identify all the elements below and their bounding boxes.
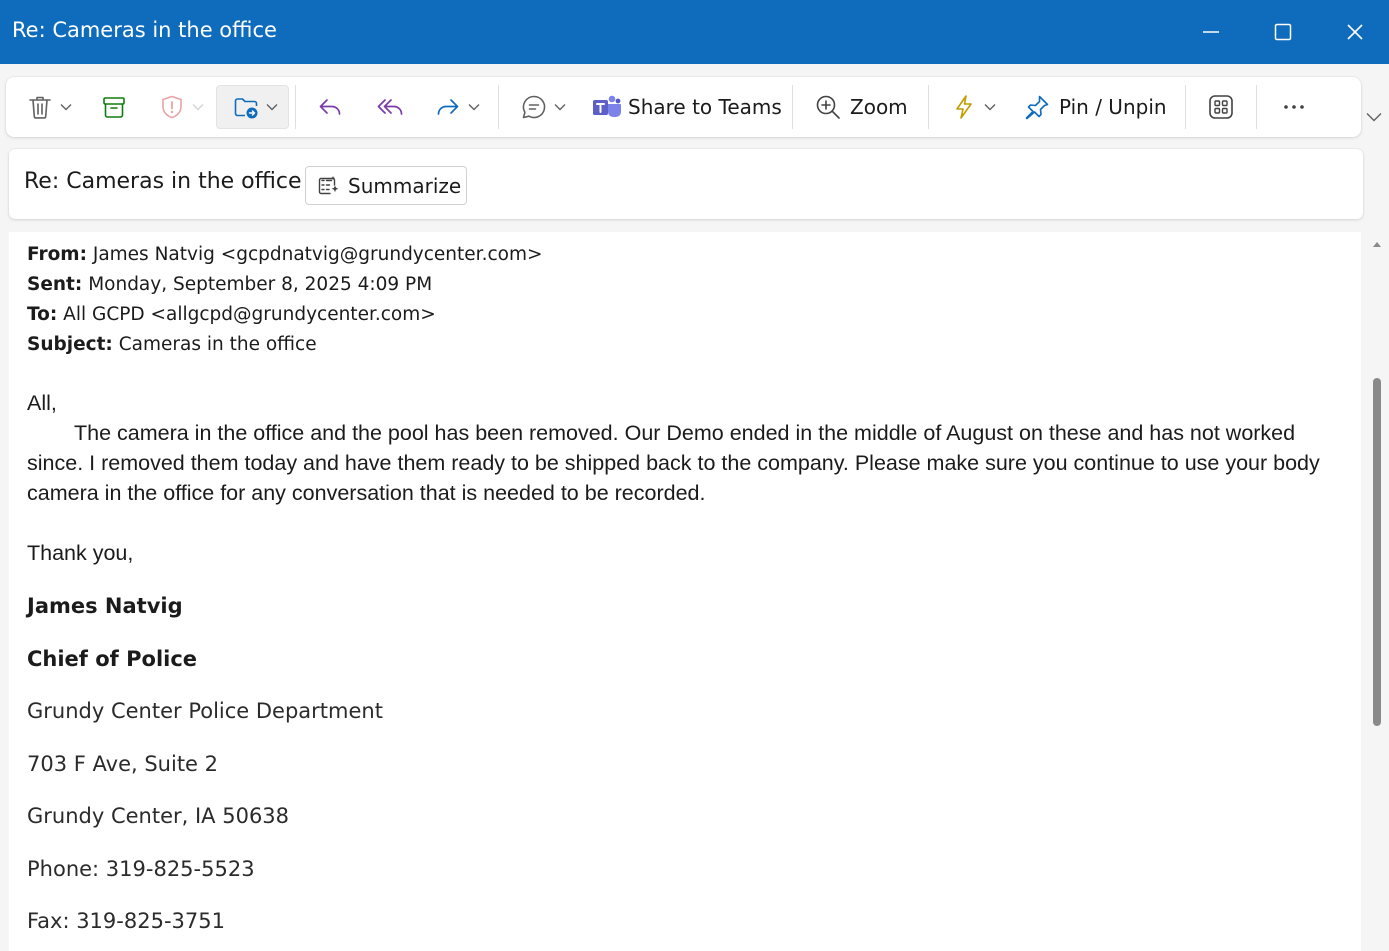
- move-icon: [234, 98, 258, 119]
- sent-value: Monday, September 8, 2025 4:09 PM: [88, 274, 433, 295]
- window-title: Re: Cameras in the office: [12, 18, 277, 42]
- pin-icon: [1025, 95, 1049, 120]
- signature-name: James Natvig: [27, 594, 183, 618]
- from-label: From:: [27, 244, 87, 265]
- more-icon: [1284, 105, 1304, 109]
- chevron-down-icon[interactable]: [468, 103, 480, 111]
- subject-label: Subject:: [27, 334, 113, 355]
- minimize-icon: [1203, 31, 1219, 33]
- reply-icon: [319, 99, 341, 115]
- zoom-icon: [816, 95, 840, 119]
- close-button[interactable]: [1319, 0, 1389, 64]
- to-label: To:: [27, 304, 58, 325]
- summarize-icon: [318, 175, 339, 194]
- expand-ribbon-chevron-icon[interactable]: [1366, 112, 1382, 122]
- title-bar: Re: Cameras in the office: [0, 0, 1389, 64]
- toolbar-divider: [1185, 85, 1186, 129]
- scroll-up-arrow-icon[interactable]: [1372, 240, 1382, 248]
- message-subject: Re: Cameras in the office: [24, 169, 302, 194]
- signature-address-line1: 703 F Ave, Suite 2: [27, 752, 219, 776]
- toolbar-divider: [792, 85, 793, 129]
- vertical-scrollbar-thumb[interactable]: [1373, 378, 1381, 726]
- zoom-button[interactable]: Zoom: [814, 85, 908, 129]
- quoted-to-line: To: All GCPD <allgcpd@grundycenter.com>: [27, 304, 436, 325]
- message-closing: Thank you,: [27, 541, 134, 565]
- teams-icon: [593, 95, 621, 117]
- zoom-label: Zoom: [850, 95, 908, 119]
- to-value: All GCPD <allgcpd@grundycenter.com>: [63, 304, 436, 325]
- subject-header: Re: Cameras in the office Summarize: [9, 149, 1363, 219]
- toolbar-divider: [498, 85, 499, 129]
- chat-button[interactable]: [520, 85, 566, 129]
- signature-department: Grundy Center Police Department: [27, 699, 383, 723]
- share-to-teams-button[interactable]: Share to Teams: [592, 85, 782, 129]
- reply-all-icon: [377, 99, 403, 115]
- reply-button[interactable]: [316, 85, 344, 129]
- delete-icon: [29, 96, 51, 119]
- signature-title: Chief of Police: [27, 647, 198, 671]
- chevron-down-icon[interactable]: [192, 103, 204, 111]
- quoted-subject-line: Subject: Cameras in the office: [27, 334, 317, 355]
- toolbar-divider: [928, 85, 929, 129]
- toolbar-divider: [295, 85, 296, 129]
- message-body: From: James Natvig <gcpdnatvig@grundycen…: [9, 232, 1361, 951]
- move-button[interactable]: [216, 85, 289, 129]
- reply-all-button[interactable]: [376, 85, 406, 129]
- archive-button[interactable]: [100, 85, 128, 129]
- chevron-down-icon[interactable]: [60, 103, 72, 111]
- signature-phone: Phone: 319-825-5523: [27, 857, 255, 881]
- chevron-down-icon[interactable]: [266, 103, 278, 111]
- close-icon: [1347, 24, 1363, 40]
- quick-steps-button[interactable]: [950, 85, 996, 129]
- forward-icon: [437, 99, 459, 115]
- more-options-button[interactable]: [1281, 85, 1307, 129]
- delete-button[interactable]: [26, 85, 72, 129]
- ribbon-toolbar: Share to Teams Zoom Pin / Unpin: [6, 77, 1361, 137]
- maximize-button[interactable]: [1247, 0, 1319, 64]
- pin-unpin-label: Pin / Unpin: [1059, 95, 1167, 119]
- pin-unpin-button[interactable]: Pin / Unpin: [1023, 85, 1167, 129]
- minimize-button[interactable]: [1175, 0, 1247, 64]
- signature-fax: Fax: 319-825-3751: [27, 909, 225, 933]
- message-paragraph: The camera in the office and the pool ha…: [27, 421, 1320, 505]
- subject-value: Cameras in the office: [118, 334, 317, 355]
- forward-button[interactable]: [434, 85, 480, 129]
- maximize-icon: [1274, 23, 1292, 41]
- from-value: James Natvig <gcpdnatvig@grundycenter.co…: [92, 244, 543, 265]
- apps-icon: [1209, 95, 1233, 119]
- toolbar-divider: [1256, 85, 1257, 129]
- share-to-teams-label: Share to Teams: [628, 95, 782, 119]
- chevron-down-icon[interactable]: [984, 103, 996, 111]
- quick-steps-icon: [956, 95, 972, 119]
- chat-icon: [522, 95, 546, 119]
- sent-label: Sent:: [27, 274, 83, 295]
- report-button[interactable]: [158, 85, 204, 129]
- archive-icon: [103, 97, 125, 118]
- report-icon: [162, 95, 182, 119]
- summarize-label: Summarize: [348, 173, 462, 198]
- message-greeting: All,: [27, 391, 57, 415]
- summarize-button[interactable]: Summarize: [305, 166, 467, 205]
- chevron-down-icon[interactable]: [554, 103, 566, 111]
- signature-address-line2: Grundy Center, IA 50638: [27, 804, 290, 828]
- quoted-from-line: From: James Natvig <gcpdnatvig@grundycen…: [27, 244, 542, 265]
- apps-button[interactable]: [1207, 85, 1235, 129]
- quoted-sent-line: Sent: Monday, September 8, 2025 4:09 PM: [27, 274, 432, 295]
